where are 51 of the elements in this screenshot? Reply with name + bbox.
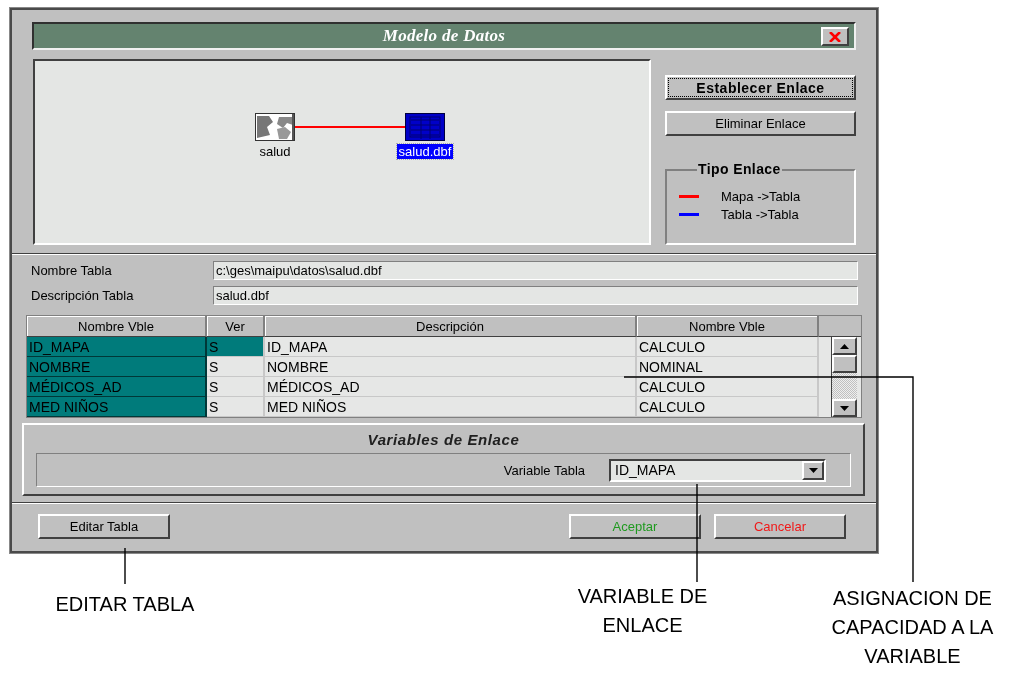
down-arrow-icon xyxy=(840,405,849,411)
leader-line xyxy=(124,548,126,584)
node-label[interactable]: salud xyxy=(257,144,293,159)
panel-title: Variables de Enlace xyxy=(366,431,521,448)
text-field[interactable]: salud.dbf xyxy=(213,286,858,305)
map-icon[interactable] xyxy=(255,113,295,141)
table-cell: MÉDICOS_AD xyxy=(27,377,207,397)
table-cell: ID_MAPA xyxy=(265,337,637,357)
up-arrow-icon xyxy=(840,343,849,349)
table-cell: CALCULO xyxy=(637,337,819,357)
field-label: Variable Tabla xyxy=(503,462,585,478)
legend-label: Mapa ->Tabla xyxy=(721,188,801,204)
scroll-thumb[interactable] xyxy=(832,355,857,373)
legend-label: Tabla ->Tabla xyxy=(721,206,799,222)
dropdown-button[interactable] xyxy=(802,460,824,480)
close-icon xyxy=(829,31,841,42)
table-cell: S xyxy=(207,337,265,357)
table-cell: CALCULO xyxy=(637,377,819,397)
table-cell: S xyxy=(207,397,265,417)
link-button[interactable]: Establecer Enlace xyxy=(665,75,856,100)
field-label: Descripción Tabla xyxy=(31,288,135,303)
edit-table-button[interactable]: Editar Tabla xyxy=(38,514,170,539)
window-title: Modelo de Datos xyxy=(382,26,506,46)
field-label: Nombre Tabla xyxy=(31,263,113,278)
table-cell: ID_MAPA xyxy=(27,337,207,357)
dropdown-field[interactable]: ID_MAPA xyxy=(609,458,826,482)
node-label[interactable]: salud.dbf xyxy=(396,144,454,159)
close-button[interactable] xyxy=(821,27,849,46)
scrollbar[interactable] xyxy=(831,337,857,417)
caret-icon xyxy=(808,467,818,473)
column-header[interactable]: Descripción xyxy=(265,316,637,337)
callout-text: ASIGNACION DE CAPACIDAD A LA VARIABLE xyxy=(830,586,995,669)
column-header[interactable]: Ver xyxy=(207,316,265,337)
column-header[interactable]: Nombre Vble xyxy=(637,316,819,337)
scroll-up-button[interactable] xyxy=(832,337,857,355)
table-cell: MED NIÑOS xyxy=(27,397,207,417)
table-cell: NOMINAL xyxy=(637,357,819,377)
table-cell: NOMBRE xyxy=(265,357,637,377)
scroll-down-button[interactable] xyxy=(832,399,857,417)
callout-text: EDITAR TABLA xyxy=(54,592,196,617)
table-cell: MÉDICOS_AD xyxy=(265,377,637,397)
table-cell: NOMBRE xyxy=(27,357,207,377)
table-cell: S xyxy=(207,357,265,377)
callout-text: VARIABLE DE ENLACE xyxy=(576,584,709,638)
text-field[interactable]: c:\ges\maipu\datos\salud.dbf xyxy=(213,261,858,280)
group-title: Tipo Enlace xyxy=(697,161,782,177)
table-cell: S xyxy=(207,377,265,397)
table-cell: CALCULO xyxy=(637,397,819,417)
column-header[interactable]: Nombre Vble xyxy=(27,316,207,337)
table-cell: MED NIÑOS xyxy=(265,397,637,417)
link-button[interactable]: Eliminar Enlace xyxy=(665,111,856,136)
